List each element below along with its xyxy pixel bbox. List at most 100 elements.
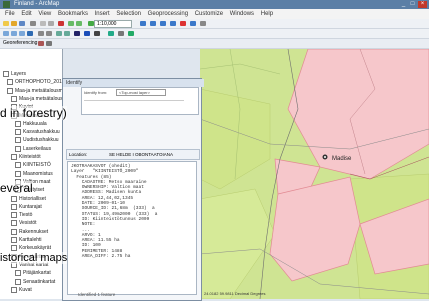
attribute-list: JKOTRAAKASVOT (ohedit) Layer "KIINTEISTÖ_… xyxy=(67,161,197,295)
divider xyxy=(84,100,184,101)
pan-icon[interactable] xyxy=(19,31,25,36)
app-icon xyxy=(3,1,10,8)
menu-customize[interactable]: Customize xyxy=(195,11,223,17)
layer-visibility-checkbox[interactable] xyxy=(7,87,13,94)
layer-visibility-checkbox[interactable] xyxy=(11,95,17,102)
identify-footer: Identified 1 feature xyxy=(78,292,116,297)
identify-dialog: Identify Identify from: <Top-most layer>… xyxy=(62,78,204,301)
full-extent-icon[interactable] xyxy=(27,31,33,36)
layer-visibility-checkbox[interactable] xyxy=(11,237,17,243)
minimize-button[interactable]: _ xyxy=(399,1,408,8)
layer-visibility-checkbox[interactable] xyxy=(11,212,17,219)
layer-label: Uudistushakkuu xyxy=(23,137,59,144)
select-features-icon[interactable] xyxy=(74,31,80,36)
identify-from-label: Identify from: xyxy=(84,90,108,95)
menu-help[interactable]: Help xyxy=(261,11,273,17)
map-view[interactable]: Madise 24.0182 59.9811 Decimal Degrees xyxy=(200,49,429,299)
selected-feature-tab[interactable]: SE HELDE I OBONTAATOIANA xyxy=(109,150,173,159)
identify-icon[interactable] xyxy=(84,31,90,36)
layer-visibility-checkbox[interactable] xyxy=(15,270,21,277)
find-icon[interactable] xyxy=(94,31,100,36)
layer-label: Kuvat xyxy=(19,286,32,293)
layer-visibility-checkbox[interactable] xyxy=(15,120,21,127)
layer-visibility-checkbox[interactable] xyxy=(11,195,17,202)
layer-visibility-checkbox[interactable] xyxy=(15,145,21,152)
fixed-zoom-out-icon[interactable] xyxy=(46,31,52,36)
menu-bookmarks[interactable]: Bookmarks xyxy=(58,11,88,17)
measure-icon[interactable] xyxy=(108,31,114,36)
layer-label: Layers xyxy=(11,71,27,77)
open-icon[interactable] xyxy=(11,21,17,26)
callout-forestry: d in forestry) xyxy=(0,106,67,120)
menu-selection[interactable]: Selection xyxy=(116,11,141,17)
copy-icon[interactable] xyxy=(48,21,54,26)
undo-icon[interactable] xyxy=(68,21,74,26)
redo-icon[interactable] xyxy=(76,21,82,26)
close-button[interactable]: × xyxy=(418,1,427,8)
catalog-icon[interactable] xyxy=(160,21,166,26)
menu-geoprocessing[interactable]: Geoprocessing xyxy=(148,11,188,17)
menu-view[interactable]: View xyxy=(38,11,51,17)
scale-dropdown[interactable]: 1:10,000 xyxy=(94,20,132,28)
editor-icon[interactable] xyxy=(140,21,146,26)
layer-visibility-checkbox[interactable] xyxy=(11,286,17,293)
callout-historical-maps: istorical maps xyxy=(0,252,68,264)
layer-visibility-checkbox[interactable] xyxy=(15,278,21,285)
layer-visibility-checkbox[interactable] xyxy=(15,170,21,177)
forward-icon[interactable] xyxy=(64,31,70,36)
maximize-button[interactable]: □ xyxy=(408,1,417,8)
layer-visibility-checkbox[interactable] xyxy=(15,129,21,136)
modelbuilder-icon[interactable] xyxy=(200,21,206,26)
back-icon[interactable] xyxy=(56,31,62,36)
coordinate-readout: 24.0182 59.9811 Decimal Degrees xyxy=(204,291,266,296)
new-icon[interactable] xyxy=(3,21,9,26)
layer-label: Senaatinkartat xyxy=(23,278,56,285)
print-icon[interactable] xyxy=(30,21,36,26)
layer-visibility-checkbox[interactable] xyxy=(7,79,13,86)
toolbox-icon[interactable] xyxy=(180,21,186,26)
layer-visibility-checkbox[interactable] xyxy=(15,137,21,144)
layer-label: Rakennukset xyxy=(19,228,49,235)
georeferencing-toolbar: Georeferencing xyxy=(0,39,429,49)
georeferencing-label: Georeferencing xyxy=(3,40,38,46)
save-icon[interactable] xyxy=(19,21,25,26)
layer-visibility-checkbox[interactable] xyxy=(11,154,17,160)
results-header-bar: Location: SE HELDE I OBONTAATOIANA xyxy=(66,149,200,160)
menu-edit[interactable]: Edit xyxy=(21,11,31,17)
layer-visibility-checkbox[interactable] xyxy=(11,203,17,210)
layer-label: Kasvatushakkuu xyxy=(23,129,60,136)
layer-visibility-checkbox[interactable] xyxy=(15,162,21,169)
cut-icon[interactable] xyxy=(40,21,46,26)
layer-label: Tiestö xyxy=(19,212,33,219)
identify-options-panel: Identify from: <Top-most layer> xyxy=(81,87,199,115)
place-label: Madise xyxy=(332,156,352,162)
layer-dropdown-icon[interactable] xyxy=(38,41,44,46)
rotate-icon[interactable] xyxy=(46,41,52,46)
layer-label: Kiinteistöt xyxy=(19,154,41,160)
menu-file[interactable]: File xyxy=(5,11,15,17)
map-canvas[interactable]: Madise 24.0182 59.9811 Decimal Degrees xyxy=(200,49,429,299)
python-icon[interactable] xyxy=(190,21,196,26)
layer-visibility-checkbox[interactable] xyxy=(11,220,17,227)
layer-label: Vesistöt xyxy=(19,220,37,227)
fixed-zoom-in-icon[interactable] xyxy=(38,31,44,36)
hyperlink-icon[interactable] xyxy=(118,31,124,36)
identify-from-dropdown[interactable]: <Top-most layer> xyxy=(116,89,166,96)
layer-visibility-checkbox[interactable] xyxy=(11,228,17,235)
menu-windows[interactable]: Windows xyxy=(230,11,254,17)
layer-visibility-checkbox[interactable] xyxy=(3,71,9,77)
delete-icon[interactable] xyxy=(58,21,64,26)
layer-visibility-checkbox[interactable] xyxy=(11,245,17,252)
zoom-in-icon[interactable] xyxy=(3,31,9,36)
layer-label: Karttalehti xyxy=(19,237,42,243)
layer-label: Historialliset xyxy=(19,195,46,202)
location-tab[interactable]: Location: xyxy=(69,150,87,159)
layer-label: Laserkeilaus xyxy=(23,145,52,152)
table-icon[interactable] xyxy=(150,21,156,26)
title-bar: Finland - ArcMap _ □ × xyxy=(0,0,429,9)
menu-insert[interactable]: Insert xyxy=(95,11,110,17)
search-icon[interactable] xyxy=(170,21,176,26)
layer-label: Hakkuuala xyxy=(23,120,47,127)
zoom-out-icon[interactable] xyxy=(11,31,17,36)
time-slider-icon[interactable] xyxy=(128,31,134,36)
